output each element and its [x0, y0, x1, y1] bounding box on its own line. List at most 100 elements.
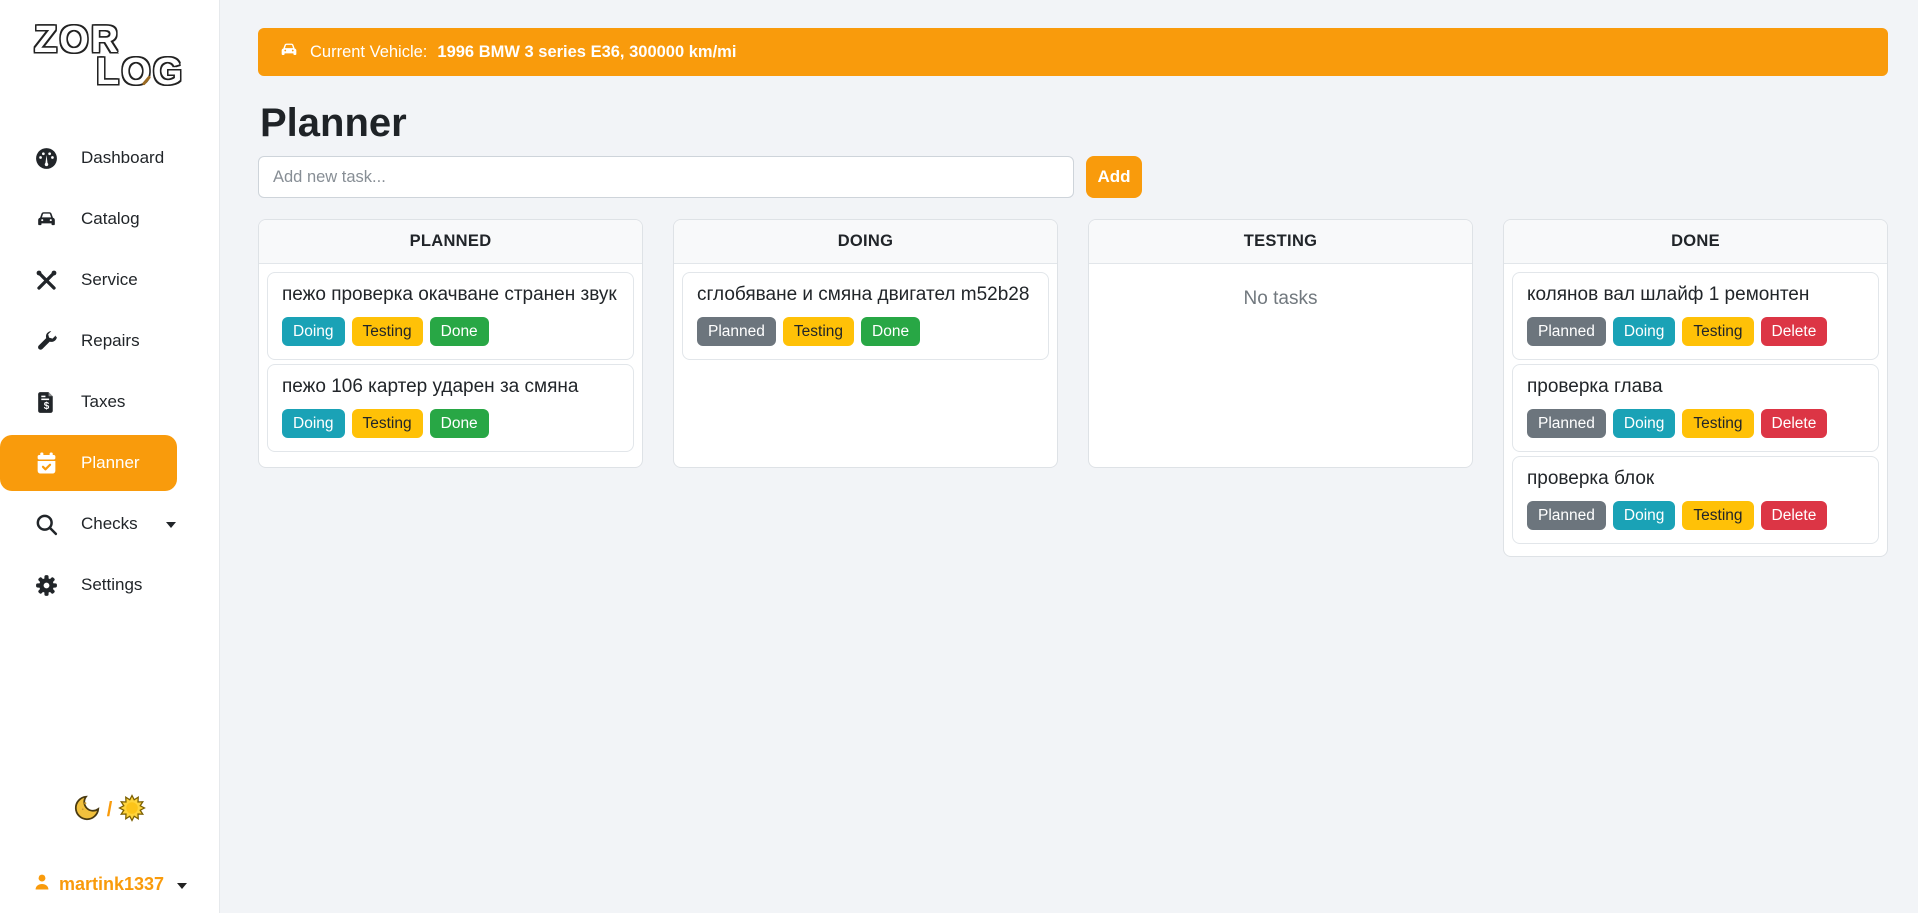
- sidebar-item-label: Checks: [81, 514, 138, 534]
- sidebar-item-checks[interactable]: Checks: [0, 496, 219, 552]
- wrench-icon: [34, 329, 59, 354]
- task-actions: PlannedTestingDone: [697, 317, 1034, 346]
- moon-icon[interactable]: [72, 793, 102, 828]
- task-text: проверка блок: [1527, 468, 1864, 490]
- move-to-testing-button[interactable]: Testing: [352, 317, 423, 346]
- sidebar-item-label: Service: [81, 270, 138, 290]
- delete-task-button[interactable]: Delete: [1761, 501, 1828, 530]
- move-to-testing-button[interactable]: Testing: [1682, 409, 1753, 438]
- sidebar-item-settings[interactable]: Settings: [0, 557, 219, 613]
- move-to-testing-button[interactable]: Testing: [1682, 501, 1753, 530]
- move-to-testing-button[interactable]: Testing: [783, 317, 854, 346]
- sidebar-item-catalog[interactable]: Catalog: [0, 191, 219, 247]
- add-task-button[interactable]: Add: [1086, 156, 1142, 198]
- column-doing: DOING сглобяване и смяна двигател m52b28 P…: [673, 219, 1058, 468]
- sidebar-item-label: Repairs: [81, 331, 140, 351]
- kanban-board: PLANNED пежо проверка окачване странен зв…: [258, 219, 1888, 557]
- sidebar-item-taxes[interactable]: $ Taxes: [0, 374, 219, 430]
- move-to-done-button[interactable]: Done: [430, 317, 489, 346]
- move-to-testing-button[interactable]: Testing: [1682, 317, 1753, 346]
- column-body: сглобяване и смяна двигател m52b28 Planne…: [674, 264, 1057, 467]
- column-planned: PLANNED пежо проверка окачване странен зв…: [258, 219, 643, 468]
- svg-text:$: $: [44, 401, 50, 412]
- car-icon: [278, 39, 300, 66]
- move-to-planned-button[interactable]: Planned: [1527, 409, 1606, 438]
- move-to-testing-button[interactable]: Testing: [352, 409, 423, 438]
- task-text: сглобяване и смяна двигател m52b28: [697, 284, 1034, 306]
- move-to-doing-button[interactable]: Doing: [1613, 317, 1676, 346]
- delete-task-button[interactable]: Delete: [1761, 317, 1828, 346]
- task-actions: PlannedDoingTesting Delete: [1527, 409, 1864, 438]
- theme-toggle: /: [0, 793, 219, 828]
- gauge-icon: [34, 146, 59, 171]
- user-menu[interactable]: martink1337: [0, 872, 219, 897]
- task-card: сглобяване и смяна двигател m52b28 Planne…: [682, 272, 1049, 360]
- sidebar-item-repairs[interactable]: Repairs: [0, 313, 219, 369]
- move-to-done-button[interactable]: Done: [430, 409, 489, 438]
- move-to-planned-button[interactable]: Planned: [1527, 317, 1606, 346]
- task-actions: DoingTestingDone: [282, 317, 619, 346]
- page-title: Planner: [260, 101, 1888, 146]
- move-to-doing-button[interactable]: Doing: [1613, 501, 1676, 530]
- move-to-planned-button[interactable]: Planned: [1527, 501, 1606, 530]
- screwdriver-wrench-icon: [34, 268, 59, 293]
- file-invoice-dollar-icon: $: [34, 390, 59, 415]
- move-to-planned-button[interactable]: Planned: [697, 317, 776, 346]
- user-icon: [32, 872, 52, 897]
- new-task-form: Add: [258, 156, 1888, 198]
- sidebar-item-planner[interactable]: Planner: [0, 435, 177, 491]
- move-to-doing-button[interactable]: Doing: [282, 409, 345, 438]
- empty-column-text: No tasks: [1097, 272, 1464, 310]
- task-actions: DoingTestingDone: [282, 409, 619, 438]
- task-text: пежо 106 картер ударен за смяна: [282, 376, 619, 398]
- main-content: Current Vehicle: 1996 BMW 3 series E36, …: [220, 0, 1918, 913]
- column-header: DONE: [1504, 220, 1887, 264]
- sun-icon[interactable]: [117, 793, 147, 828]
- task-actions: PlannedDoingTesting Delete: [1527, 501, 1864, 530]
- column-header: TESTING: [1089, 220, 1472, 264]
- sidebar-nav: Dashboard Catalog Service Repairs $ Taxes Plan…: [0, 130, 219, 618]
- sidebar: ZOR LOG Dashboard Catalog Service Repairs $ T…: [0, 0, 220, 913]
- sidebar-item-label: Taxes: [81, 392, 125, 412]
- task-text: пежо проверка окачване странен звук: [282, 284, 619, 306]
- sidebar-item-dashboard[interactable]: Dashboard: [0, 130, 219, 186]
- car-icon: [34, 207, 59, 232]
- sidebar-item-service[interactable]: Service: [0, 252, 219, 308]
- column-header: PLANNED: [259, 220, 642, 264]
- move-to-doing-button[interactable]: Doing: [1613, 409, 1676, 438]
- app-logo: ZOR LOG: [34, 20, 194, 108]
- gear-icon: [34, 573, 59, 598]
- column-done: DONEколянов вал шлайф 1 ремонтенPlannedD…: [1503, 219, 1888, 557]
- column-body: No tasks: [1089, 264, 1472, 467]
- logo-text-bottom: LOG: [96, 54, 184, 90]
- task-text: колянов вал шлайф 1 ремонтен: [1527, 284, 1864, 306]
- sidebar-item-label: Settings: [81, 575, 142, 595]
- current-vehicle-banner: Current Vehicle: 1996 BMW 3 series E36, …: [258, 28, 1888, 76]
- column-header: DOING: [674, 220, 1057, 264]
- banner-prefix: Current Vehicle:: [310, 43, 427, 62]
- task-card: пежо 106 картер ударен за смяна DoingTest…: [267, 364, 634, 452]
- sidebar-item-label: Planner: [81, 453, 140, 473]
- delete-task-button[interactable]: Delete: [1761, 409, 1828, 438]
- app-root: ZOR LOG Dashboard Catalog Service Repairs $ T…: [0, 0, 1918, 913]
- task-text: проверка глава: [1527, 376, 1864, 398]
- calendar-check-icon: [34, 451, 59, 476]
- chevron-down-icon: [166, 522, 176, 528]
- move-to-doing-button[interactable]: Doing: [282, 317, 345, 346]
- task-card: проверка блок PlannedDoingTesting Delete: [1512, 456, 1879, 544]
- column-body: пежо проверка окачване странен звук Doing…: [259, 264, 642, 467]
- new-task-input[interactable]: [258, 156, 1074, 198]
- sidebar-footer: / martink1337: [0, 793, 219, 913]
- task-card: пежо проверка окачване странен звук Doing…: [267, 272, 634, 360]
- column-body: колянов вал шлайф 1 ремонтенPlannedDoing…: [1504, 264, 1887, 556]
- column-testing: TESTING No tasks: [1088, 219, 1473, 468]
- task-actions: PlannedDoingTesting Delete: [1527, 317, 1864, 346]
- search-icon: [34, 512, 59, 537]
- banner-vehicle: 1996 BMW 3 series E36, 300000 km/mi: [437, 43, 736, 62]
- theme-separator: /: [107, 799, 113, 822]
- sidebar-item-label: Dashboard: [81, 148, 164, 168]
- task-card: колянов вал шлайф 1 ремонтен PlannedDoing…: [1512, 272, 1879, 360]
- task-card: проверка глава PlannedDoingTesting Delete: [1512, 364, 1879, 452]
- move-to-done-button[interactable]: Done: [861, 317, 920, 346]
- user-name: martink1337: [59, 874, 164, 895]
